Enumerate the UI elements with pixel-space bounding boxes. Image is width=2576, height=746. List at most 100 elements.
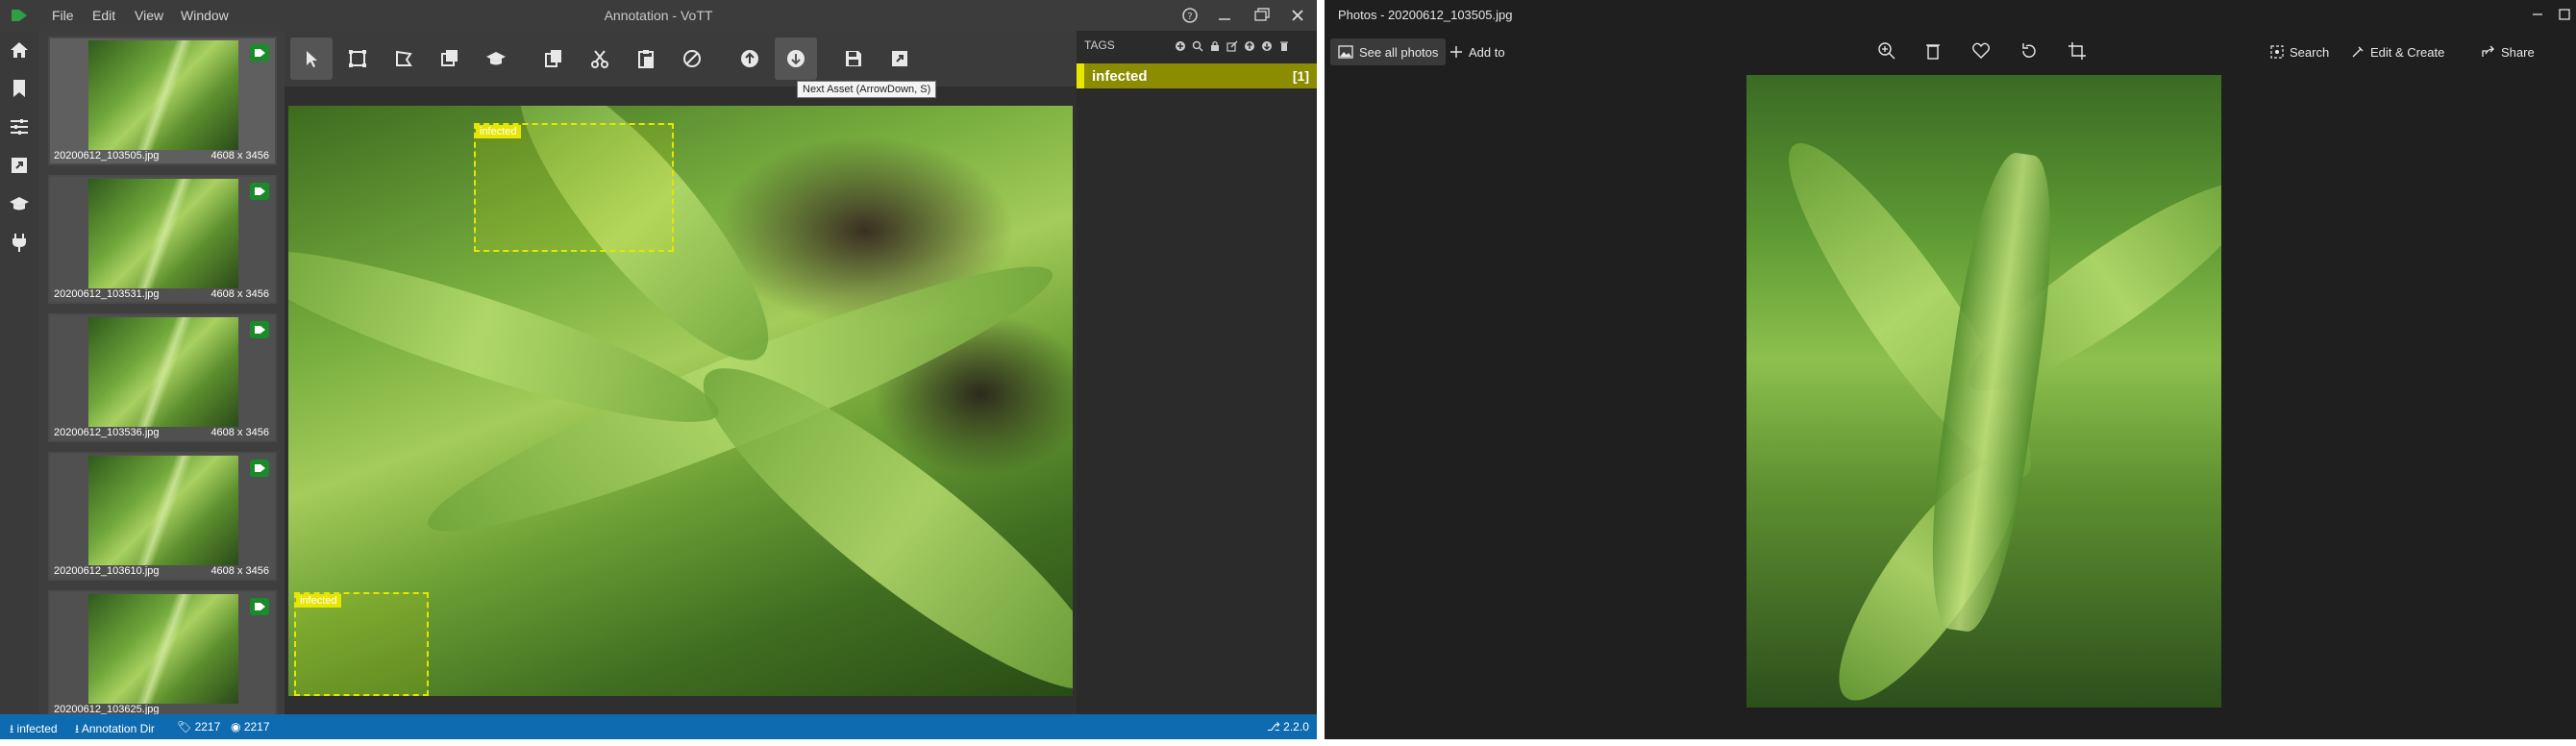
tags-header: TAGS xyxy=(1084,38,1115,52)
plus-icon xyxy=(1450,46,1462,58)
tags-panel: TAGS infected [1] xyxy=(1077,31,1317,714)
asset-thumbnail[interactable]: 20200612_103610.jpg 4608 x 3456 xyxy=(48,452,277,581)
project-tag-name: infected xyxy=(16,722,58,735)
zoom-in-icon[interactable] xyxy=(1876,40,1897,62)
tag-shortcut: [1] xyxy=(1292,68,1309,84)
active-learning-button[interactable] xyxy=(475,37,517,80)
next-asset-button[interactable] xyxy=(775,37,817,80)
export-button[interactable] xyxy=(879,37,921,80)
draw-rectangle-button[interactable] xyxy=(336,37,379,80)
region-bounding-box[interactable]: infected xyxy=(294,592,429,696)
region-label: infected xyxy=(296,594,341,608)
bookmark-icon[interactable] xyxy=(8,77,31,100)
search-icon xyxy=(2270,45,2284,59)
asset-image xyxy=(88,594,238,704)
asset-thumbnail[interactable]: 20200612_103531.jpg 4608 x 3456 xyxy=(48,175,277,304)
photos-icon xyxy=(1338,45,1353,59)
paste-regions-button[interactable] xyxy=(625,37,667,80)
asset-thumbnail[interactable]: 20200612_103536.jpg 4608 x 3456 xyxy=(48,313,277,442)
tag-item-infected[interactable]: infected [1] xyxy=(1077,63,1317,88)
toolbar-tooltip: Next Asset (ArrowDown, S) xyxy=(797,81,937,98)
export-icon[interactable] xyxy=(8,154,31,177)
share-label: Share xyxy=(2501,44,2535,60)
tag-name: infected xyxy=(1092,68,1148,85)
edit-create-icon xyxy=(2352,46,2364,58)
vott-window: File Edit View Window Annotation - VoTT … xyxy=(0,0,1317,739)
asset-image xyxy=(88,317,238,427)
tag-badge-icon xyxy=(250,321,269,338)
add-to-button[interactable]: Add to xyxy=(1442,38,1513,65)
crop-icon[interactable] xyxy=(2067,40,2088,62)
add-to-label: Add to xyxy=(1469,44,1505,60)
draw-polygon-button[interactable] xyxy=(383,37,425,80)
graduation-cap-icon[interactable] xyxy=(8,192,31,215)
photos-window: Photos - 20200612_103505.jpg See all pho… xyxy=(1325,0,2576,739)
save-button[interactable] xyxy=(832,37,875,80)
close-icon[interactable] xyxy=(1284,4,1311,27)
edit-create-button[interactable]: Edit & Create xyxy=(2343,38,2452,65)
asset-image xyxy=(88,456,238,565)
region-label: infected xyxy=(476,125,521,138)
asset-filename: 20200612_103610.jpg xyxy=(54,565,160,577)
move-tag-up-icon[interactable] xyxy=(1244,40,1255,52)
rotate-icon[interactable] xyxy=(2019,40,2040,62)
window-title: Annotation - VoTT xyxy=(604,8,713,23)
asset-dimensions: 4608 x 3456 xyxy=(211,427,269,438)
edit-tag-icon[interactable] xyxy=(1226,40,1238,52)
region-bounding-box[interactable]: infected xyxy=(474,123,674,252)
minimize-icon[interactable] xyxy=(2526,4,2549,25)
lock-tags-icon[interactable] xyxy=(1209,40,1221,52)
tag-badge-icon xyxy=(250,460,269,477)
asset-filename: 20200612_103536.jpg xyxy=(54,427,160,438)
maximize-icon[interactable] xyxy=(2553,4,2576,25)
editor-area: Next Asset (ArrowDown, S) infected infec… xyxy=(285,31,1077,714)
cut-regions-button[interactable] xyxy=(579,37,621,80)
sliders-icon[interactable] xyxy=(8,115,31,138)
favorite-heart-icon[interactable] xyxy=(1970,40,1992,62)
see-all-photos-button[interactable]: See all photos xyxy=(1330,38,1447,65)
search-label: Search xyxy=(2290,44,2330,60)
minimize-icon[interactable] xyxy=(1211,4,1238,27)
asset-filename: 20200612_103625.jpg xyxy=(54,704,160,714)
asset-dimensions: 4608 x 3456 xyxy=(211,288,269,300)
directory-name: Annotation Dir xyxy=(81,722,155,735)
plug-icon[interactable] xyxy=(8,231,31,254)
copy-regions-button[interactable] xyxy=(533,37,575,80)
project-status: ⭳ infected xyxy=(10,722,58,735)
asset-filename: 20200612_103531.jpg xyxy=(54,288,160,300)
visited-count: 2217 xyxy=(243,720,270,734)
edit-create-label: Edit & Create xyxy=(2370,44,2445,60)
copy-rectangle-button[interactable] xyxy=(429,37,471,80)
left-nav xyxy=(0,31,38,734)
annotation-canvas[interactable]: infected infected xyxy=(288,106,1073,696)
add-tag-icon[interactable] xyxy=(1175,40,1186,52)
title-bar: File Edit View Window Annotation - VoTT … xyxy=(0,0,1317,31)
directory-status: ⭳ Annotation Dir xyxy=(75,722,155,735)
editor-toolbar xyxy=(285,31,1077,87)
search-tags-icon[interactable] xyxy=(1192,40,1203,52)
share-button[interactable]: Share xyxy=(2474,38,2542,65)
asset-preview-list: 20200612_103505.jpg 4608 x 3456 20200612… xyxy=(38,31,285,714)
search-button[interactable]: Search xyxy=(2263,38,2337,65)
share-icon xyxy=(2482,45,2494,57)
app-version: 2.2.0 xyxy=(1283,720,1309,734)
asset-image xyxy=(88,40,238,150)
delete-tag-icon[interactable] xyxy=(1278,40,1290,52)
tagged-count-status: 🏷︎ 2217 xyxy=(177,720,221,734)
delete-icon[interactable] xyxy=(1922,40,1944,62)
tag-color-bar xyxy=(1077,63,1084,88)
tagged-count: 2217 xyxy=(194,720,221,734)
asset-thumbnail[interactable]: 20200612_103505.jpg 4608 x 3456 xyxy=(48,37,277,165)
restore-icon[interactable] xyxy=(1248,4,1275,27)
asset-thumbnail[interactable]: 20200612_103625.jpg xyxy=(48,590,277,714)
home-icon[interactable] xyxy=(8,38,31,62)
asset-dimensions: 4608 x 3456 xyxy=(211,565,269,577)
previous-asset-button[interactable] xyxy=(729,37,771,80)
help-icon[interactable]: ? xyxy=(1177,4,1203,27)
clear-regions-button[interactable] xyxy=(671,37,713,80)
asset-dimensions: 4608 x 3456 xyxy=(211,150,269,162)
move-tag-down-icon[interactable] xyxy=(1261,40,1273,52)
displayed-photo xyxy=(1746,75,2221,708)
version-status: ⎇ 2.2.0 xyxy=(1267,720,1309,734)
select-button[interactable] xyxy=(290,37,333,80)
